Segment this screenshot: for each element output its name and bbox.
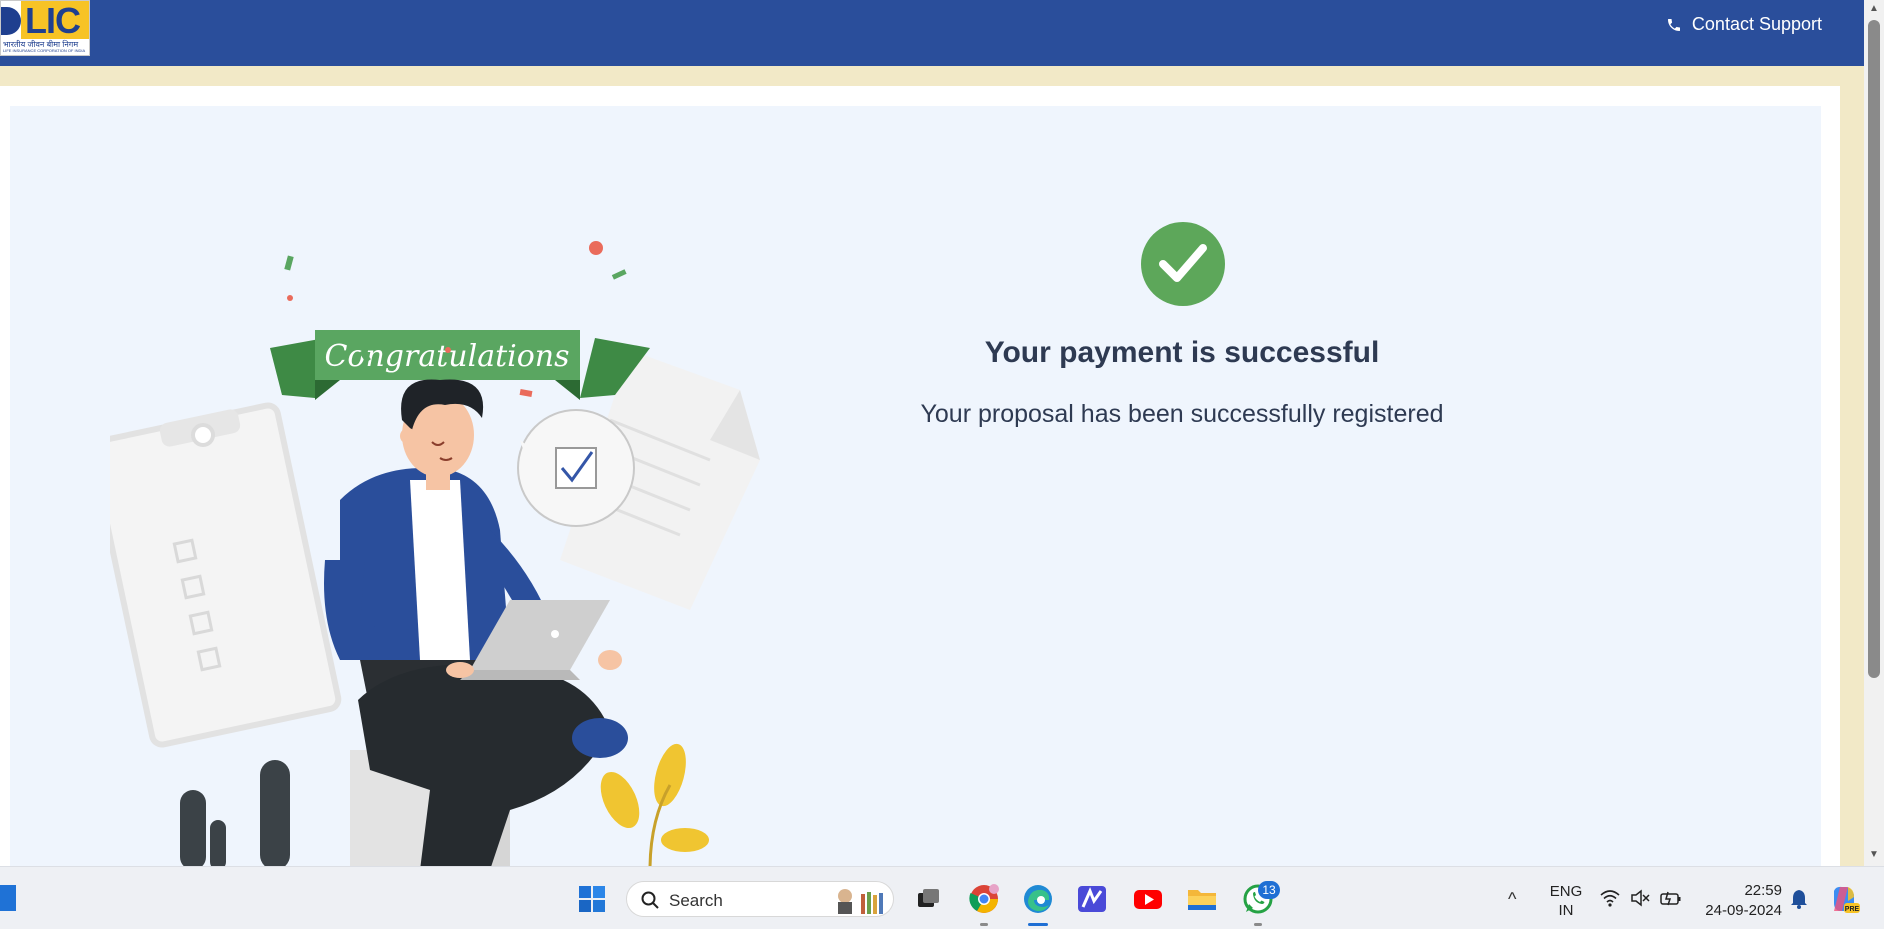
system-tray[interactable] [1600, 889, 1682, 907]
battery-icon[interactable] [1660, 889, 1682, 907]
contact-support-label: Contact Support [1691, 14, 1822, 34]
windows-taskbar: Search 13 ^ ENG IN 22:59 24-09-2024 PRE [0, 866, 1884, 929]
chrome-icon[interactable] [968, 883, 1000, 915]
youtube-icon[interactable] [1132, 883, 1164, 915]
top-header: LIC भारतीय जीवन बीमा निगम LIFE INSURANCE… [0, 0, 1864, 66]
task-view-icon[interactable] [912, 883, 944, 915]
banner-text: Congratulations [324, 339, 569, 374]
logo-english-text: LIFE INSURANCE CORPORATION OF INDIA [3, 48, 86, 53]
whatsapp-notification-badge: 13 [1258, 881, 1280, 899]
scroll-down-arrow-icon[interactable]: ▼ [1867, 848, 1881, 862]
language-region: IN [1558, 902, 1574, 919]
scroll-up-arrow-icon[interactable]: ▲ [1867, 2, 1881, 16]
phone-icon [1667, 18, 1680, 31]
success-title: Your payment is successful [984, 336, 1380, 369]
yellow-plant-graphic [600, 743, 709, 866]
logo-text: LIC [25, 0, 81, 41]
language-indicator[interactable]: ENG IN [1548, 882, 1584, 920]
check-circle-icon [1141, 222, 1225, 306]
logo-emblem-icon [1, 7, 21, 35]
file-explorer-icon[interactable] [1186, 883, 1218, 915]
widgets-icon[interactable] [0, 885, 16, 911]
search-placeholder: Search [669, 891, 723, 910]
clock-date: 24-09-2024 [1705, 902, 1782, 919]
scrollbar-thumb[interactable] [1868, 20, 1880, 678]
windows-start-icon[interactable] [578, 885, 606, 913]
edge-icon[interactable] [1022, 883, 1054, 915]
volume-muted-icon[interactable] [1630, 889, 1650, 907]
mail-app-icon[interactable] [1076, 883, 1108, 915]
system-clock[interactable]: 22:59 24-09-2024 [1692, 881, 1782, 921]
clipboard-graphic [110, 402, 342, 748]
copilot-icon[interactable]: PRE [1828, 883, 1860, 915]
taskbar-search-box[interactable]: Search [626, 881, 894, 917]
edge-active-indicator [1028, 923, 1048, 926]
success-subtitle: Your proposal has been successfully regi… [920, 400, 1444, 428]
contact-support-link[interactable]: Contact Support [1666, 14, 1822, 35]
beige-band [0, 66, 1864, 86]
beige-side-band [1840, 66, 1864, 866]
wifi-icon[interactable] [1600, 889, 1620, 907]
language-code: ENG [1549, 883, 1583, 900]
search-highlight-icon [838, 889, 883, 914]
show-hidden-icons-icon[interactable]: ^ [1508, 889, 1516, 910]
speech-bubble-check-icon [517, 409, 635, 527]
svg-text:PRE: PRE [1845, 906, 1860, 913]
congratulations-illustration: Congratulations [110, 230, 810, 866]
lic-logo[interactable]: LIC भारतीय जीवन बीमा निगम LIFE INSURANCE… [0, 0, 90, 56]
search-icon [641, 891, 659, 909]
chrome-running-indicator [980, 923, 988, 926]
notification-bell-icon[interactable] [1790, 889, 1808, 909]
clock-time: 22:59 [1744, 882, 1782, 899]
whatsapp-running-indicator [1254, 923, 1262, 926]
cactus-graphic [180, 760, 290, 866]
